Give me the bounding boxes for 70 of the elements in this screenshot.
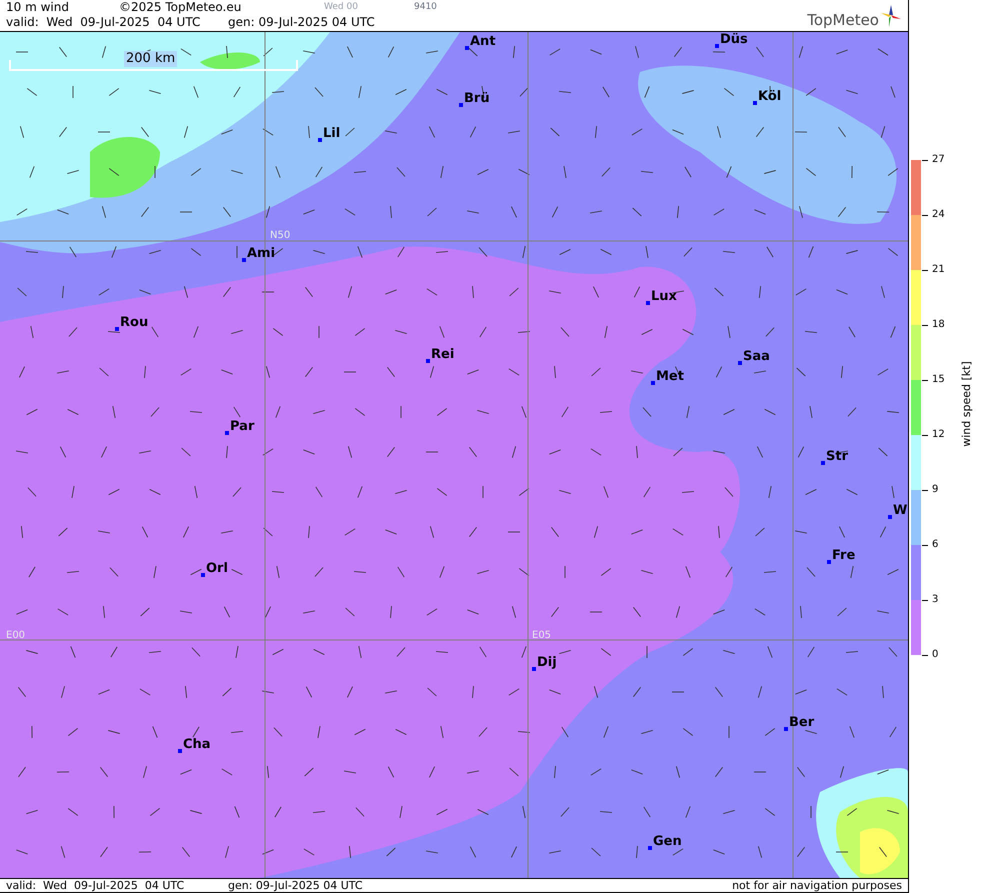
city-label: Par [230, 420, 254, 434]
city-marker-icon [459, 103, 463, 107]
tick-mark [922, 214, 928, 216]
tick-mark [922, 324, 928, 326]
city-marker-icon [827, 560, 831, 564]
legend-tick-label: 15 [932, 374, 946, 386]
city-label: Rei [431, 348, 454, 362]
city-label: Köl [758, 90, 782, 104]
run-label: Wed 00 [324, 1, 359, 14]
legend-tick-label: 9 [932, 484, 940, 496]
city-label: Orl [206, 562, 228, 576]
legend-title: wind speed [kt] [960, 361, 974, 447]
city-marker-icon [465, 46, 469, 50]
city-marker-icon [715, 44, 719, 48]
city-label: Gen [653, 835, 682, 849]
city-marker-icon [242, 258, 246, 262]
grid-label: E00 [6, 630, 26, 642]
city-marker-icon [784, 727, 788, 731]
tick-mark [922, 654, 928, 656]
city-marker-icon [201, 573, 205, 577]
legend-tick-label: 3 [932, 594, 940, 606]
city-label: Ber [789, 716, 814, 730]
city-marker-icon [738, 361, 742, 365]
legend-tick-label: 6 [932, 539, 940, 551]
city-marker-icon [115, 327, 119, 331]
city-label: Saa [743, 350, 770, 364]
city-marker-icon [532, 667, 536, 671]
city-marker-icon [426, 359, 430, 363]
city-marker-icon [178, 749, 182, 753]
city-label: Ant [470, 35, 496, 49]
city-label: Dij [537, 656, 557, 670]
legend-tick-label: 21 [932, 264, 946, 276]
product-code: 9410 [414, 1, 437, 14]
valid-time: valid: Wed 09-Jul-2025 04 UTC [6, 879, 186, 892]
city-marker-icon [225, 431, 229, 435]
city-marker-icon [651, 381, 655, 385]
logo-text: TopMeteo [807, 11, 879, 29]
map-title: 10 m wind [6, 0, 70, 15]
city-label: Brü [464, 92, 490, 106]
city-label: Cha [183, 738, 211, 752]
legend-tick-label: 0 [932, 649, 940, 661]
generated-time: gen: 09-Jul-2025 04 UTC [228, 15, 375, 30]
city-marker-icon [821, 461, 825, 465]
scale-label: 200 km [124, 51, 178, 67]
city-label: Düs [720, 33, 748, 47]
grid-label: E05 [532, 630, 552, 642]
tick-mark [922, 434, 928, 436]
valid-time: valid: Wed 09-Jul-2025 04 UTC [6, 15, 202, 30]
city-marker-icon [888, 515, 892, 519]
city-label: Rou [120, 316, 148, 330]
generated-time: gen: 09-Jul-2025 04 UTC [228, 879, 363, 892]
copyright-text: ©2025 TopMeteo.eu [119, 0, 242, 15]
disclaimer-text: not for air navigation purposes [732, 879, 902, 892]
tick-mark [922, 544, 928, 546]
city-label: Ami [247, 247, 276, 261]
city-label: Str [826, 450, 848, 464]
legend-tick-label: 24 [932, 209, 946, 221]
legend-tick-label: 18 [932, 319, 946, 331]
city-label: W [893, 504, 908, 518]
city-marker-icon [648, 846, 652, 850]
city-marker-icon [318, 138, 322, 142]
city-label: Fre [832, 549, 856, 563]
city-label: Lil [323, 127, 340, 141]
legend-tick-label: 12 [932, 429, 946, 441]
city-label: Lux [651, 290, 677, 304]
grid-label: N50 [270, 230, 290, 242]
city-marker-icon [753, 101, 757, 105]
city-marker-icon [646, 301, 650, 305]
city-label: Met [656, 370, 684, 384]
legend-tick-label: 27 [932, 154, 946, 166]
